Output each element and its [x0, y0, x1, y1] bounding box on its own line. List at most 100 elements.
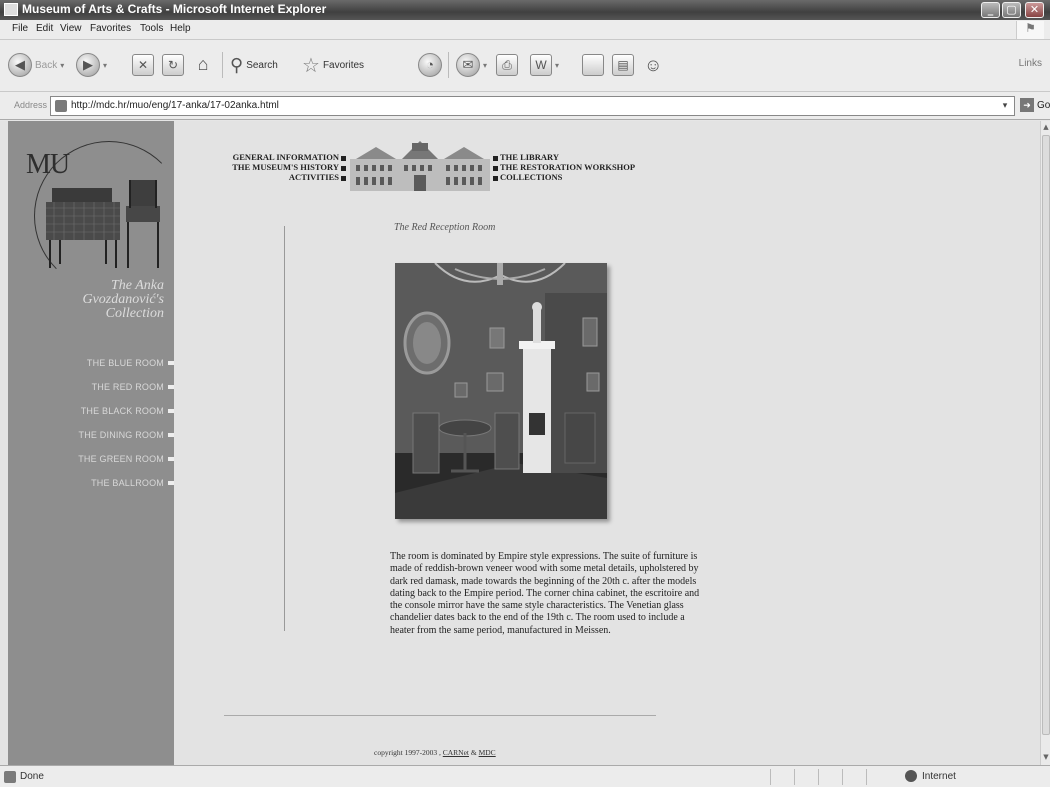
nav-bullet: [493, 165, 498, 171]
nav-bullet: [341, 155, 346, 161]
messenger-icon: ☺: [644, 54, 663, 75]
research-icon: ▤: [612, 54, 634, 76]
internet-zone-icon: [905, 770, 917, 782]
toolbar-separator: [448, 52, 449, 78]
furniture-photo: [46, 180, 160, 268]
collection-line: Gvozdanović's: [82, 292, 164, 307]
room-link-label: THE RED ROOM: [91, 382, 164, 392]
refresh-icon: ↻: [162, 54, 184, 76]
security-zone: Internet: [922, 771, 956, 782]
go-arrow-icon: ➜: [1020, 98, 1034, 112]
nav-collections[interactable]: COLLECTIONS: [491, 172, 711, 182]
menu-bar: File Edit View Favorites Tools Help ⚑: [0, 20, 1050, 40]
back-label: Back: [35, 59, 58, 71]
nav-restoration-workshop[interactable]: THE RESTORATION WORKSHOP: [491, 162, 711, 172]
status-bar: Done Internet: [0, 765, 1050, 787]
room-link-black[interactable]: THE BLACK ROOM: [81, 406, 174, 416]
links-label[interactable]: Links: [1019, 58, 1042, 69]
room-link-red[interactable]: THE RED ROOM: [92, 382, 174, 392]
address-input[interactable]: http://mdc.hr/muo/eng/17-anka/17-02anka.…: [50, 96, 1015, 116]
room-link-label: THE DINING ROOM: [78, 430, 164, 440]
mdc-link[interactable]: MDC: [479, 748, 496, 757]
home-button[interactable]: ⌂: [192, 50, 214, 80]
menu-favorites[interactable]: Favorites: [90, 23, 131, 34]
top-nav-left: GENERAL INFORMATION THE MUSEUM'S HISTORY…: [193, 152, 348, 182]
address-label: Address: [14, 100, 48, 110]
forward-button[interactable]: ▶ ▾: [76, 50, 107, 80]
status-cell: [818, 769, 840, 785]
messenger-button[interactable]: ☺: [644, 50, 662, 80]
scroll-thumb[interactable]: [1042, 135, 1050, 735]
maximize-button[interactable]: ▢: [1002, 2, 1021, 18]
status-cell: [866, 769, 888, 785]
nav-bullet: [341, 165, 346, 171]
standard-toolbar: ◀ Back ▾ ▶ ▾ ✕ ↻ ⌂ ⚲ Search ☆ Favorites …: [0, 40, 1050, 92]
room-photo: [395, 262, 607, 519]
back-dropdown-icon: ▾: [60, 60, 65, 70]
nav-label: THE RESTORATION WORKSHOP: [500, 162, 636, 172]
room-link-label: THE BALLROOM: [91, 478, 164, 488]
address-url: http://mdc.hr/muo/eng/17-anka/17-02anka.…: [71, 100, 279, 111]
vertical-divider: [284, 226, 285, 631]
nav-bullet: [493, 155, 498, 161]
search-button[interactable]: ⚲ Search: [230, 50, 278, 80]
stop-icon: ✕: [132, 54, 154, 76]
room-link-label: THE BLUE ROOM: [86, 358, 164, 368]
printer-icon: ⎙: [496, 54, 518, 76]
search-label: Search: [246, 59, 278, 71]
room-link-green[interactable]: THE GREEN ROOM: [78, 454, 174, 464]
back-arrow-icon: ◀: [8, 53, 32, 77]
page-done-icon: [4, 771, 16, 783]
nav-general-information[interactable]: GENERAL INFORMATION: [193, 152, 348, 162]
print-button[interactable]: ⎙: [496, 50, 518, 80]
discuss-button[interactable]: [582, 50, 604, 80]
mail-button[interactable]: ✉ ▾: [456, 50, 487, 80]
browser-window: Museum of Arts & Crafts - Microsoft Inte…: [0, 0, 1050, 787]
status-cell: [794, 769, 816, 785]
collection-line: The Anka: [110, 278, 164, 293]
favorites-button[interactable]: ☆ Favorites: [302, 50, 364, 80]
copyright-footer: copyright 1997-2003 , CARNet & MDC: [374, 748, 496, 757]
room-link-label: THE GREEN ROOM: [78, 454, 164, 464]
nav-library[interactable]: THE LIBRARY: [491, 152, 711, 162]
refresh-button[interactable]: ↻: [162, 50, 184, 80]
title-bar: Museum of Arts & Crafts - Microsoft Inte…: [0, 0, 1050, 20]
room-link-label: THE BLACK ROOM: [80, 406, 164, 416]
scroll-down-icon[interactable]: ▼: [1041, 753, 1050, 763]
scroll-up-icon[interactable]: ▲: [1041, 123, 1050, 133]
page-viewport: MU The Anka Gvozdanović's Collection THE…: [0, 121, 1040, 765]
menu-file[interactable]: File: [12, 23, 28, 34]
discuss-icon: [582, 54, 604, 76]
edit-dropdown-icon: ▾: [555, 60, 560, 70]
room-description: The room is dominated by Empire style ex…: [390, 551, 700, 636]
go-label: Go: [1037, 99, 1050, 111]
main-content: GENERAL INFORMATION THE MUSEUM'S HISTORY…: [174, 121, 1040, 765]
go-button[interactable]: ➜ Go: [1020, 98, 1050, 112]
toolbar-separator: [222, 52, 223, 78]
menu-tools[interactable]: Tools: [140, 23, 163, 34]
nav-museum-history[interactable]: THE MUSEUM'S HISTORY: [193, 162, 348, 172]
status-cell: [842, 769, 864, 785]
carnet-link[interactable]: CARNet: [443, 748, 469, 757]
room-link-dining[interactable]: THE DINING ROOM: [78, 430, 174, 440]
menu-help[interactable]: Help: [170, 23, 191, 34]
minimize-button[interactable]: _: [981, 2, 1000, 18]
close-button[interactable]: ✕: [1025, 2, 1044, 18]
vertical-scrollbar[interactable]: ▲ ▼: [1040, 121, 1050, 765]
stop-button[interactable]: ✕: [132, 50, 154, 80]
research-button[interactable]: ▤: [612, 50, 634, 80]
status-text: Done: [20, 771, 44, 782]
menu-view[interactable]: View: [60, 23, 82, 34]
ie-app-icon[interactable]: [4, 3, 18, 16]
room-link-blue[interactable]: THE BLUE ROOM: [87, 358, 174, 368]
menu-edit[interactable]: Edit: [36, 23, 53, 34]
nav-activities[interactable]: ACTIVITIES: [193, 172, 348, 182]
history-button[interactable]: ◔: [418, 50, 442, 80]
room-link-ballroom[interactable]: THE BALLROOM: [91, 478, 174, 488]
back-button[interactable]: ◀ Back ▾: [8, 50, 64, 80]
footer-divider: [224, 715, 656, 716]
nav-label: THE MUSEUM'S HISTORY: [232, 162, 339, 172]
address-dropdown-icon[interactable]: ▾: [998, 99, 1012, 113]
edit-button[interactable]: W ▾: [530, 50, 559, 80]
home-icon: ⌂: [197, 54, 209, 74]
